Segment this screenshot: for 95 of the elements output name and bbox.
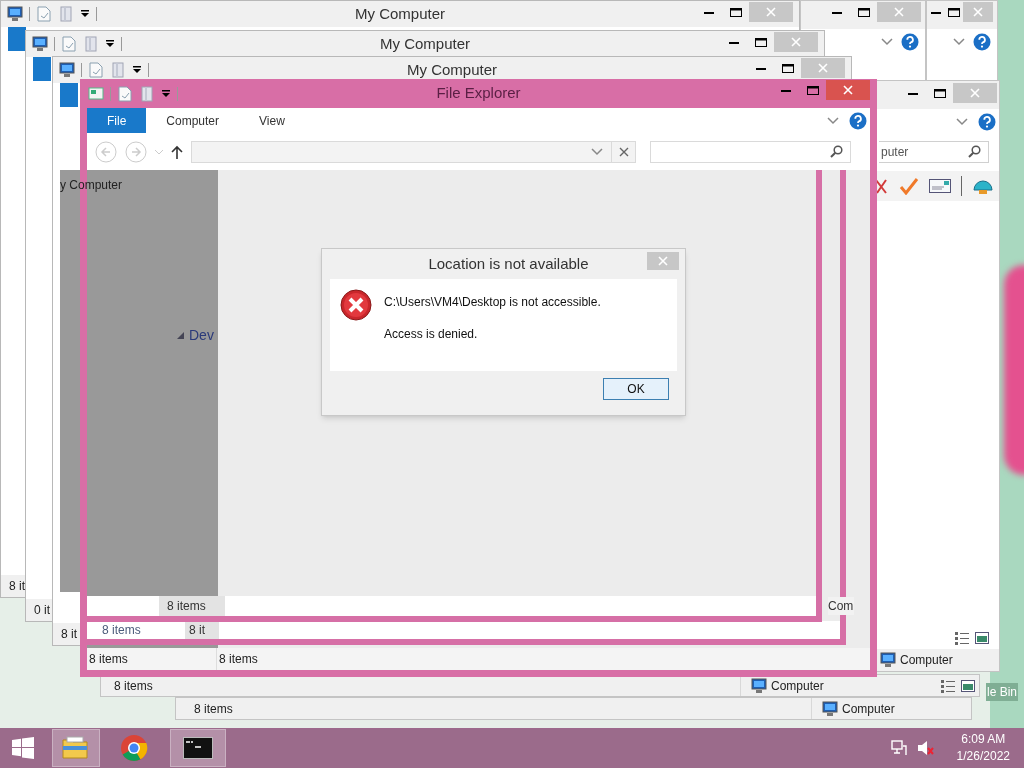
document-icon	[117, 85, 133, 102]
help-icon[interactable]	[849, 111, 867, 130]
status-text: 8 items	[159, 596, 225, 616]
dialog-title: Location is not available	[427, 253, 590, 274]
status-text: 8 items	[194, 700, 233, 718]
details-view-icon[interactable]	[955, 631, 969, 645]
maximize-icon	[781, 63, 794, 73]
computer-icon	[7, 6, 23, 22]
address-field[interactable]	[191, 140, 636, 163]
computer-icon	[751, 677, 767, 694]
computer-icon	[880, 652, 896, 668]
time-text: 6:09 AM	[961, 731, 1006, 748]
window-title: My Computer	[379, 33, 471, 54]
desktop-icon-label: le Bin	[986, 683, 1019, 701]
chevron-icon[interactable]	[956, 118, 968, 126]
book-icon	[139, 85, 155, 102]
error-icon	[340, 289, 372, 321]
location-text: Computer	[900, 652, 953, 669]
search-icon	[968, 145, 982, 159]
document-icon	[61, 36, 77, 52]
help-icon[interactable]	[901, 33, 919, 51]
error-detail: Access is denied.	[384, 326, 479, 343]
document-icon	[88, 62, 104, 78]
status-text: 8 items	[101, 622, 142, 639]
close-icon	[818, 63, 828, 73]
window-icon	[88, 85, 104, 102]
date-text: 1/26/2022	[956, 748, 1010, 765]
book-icon	[83, 36, 99, 52]
document-icon	[36, 6, 52, 22]
maximize-icon	[948, 7, 961, 17]
browser-icon	[120, 734, 150, 762]
maximize-icon	[857, 7, 870, 17]
preview-icon[interactable]	[961, 678, 975, 693]
help-icon[interactable]	[973, 33, 991, 51]
computer-icon	[32, 36, 48, 52]
maximize-icon	[933, 88, 946, 98]
ok-button[interactable]: OK	[603, 378, 669, 400]
preview-icon[interactable]	[975, 631, 989, 645]
details-view-icon[interactable]	[941, 678, 955, 693]
chevron-icon	[591, 147, 603, 156]
maximize-icon	[806, 85, 819, 95]
dropdown-caret-icon[interactable]	[105, 39, 115, 49]
muted-speaker-icon[interactable]	[916, 740, 935, 756]
clock[interactable]: 6:09 AM 1/26/2022	[956, 731, 1024, 765]
chevron-icon[interactable]	[881, 38, 893, 46]
status-text: 8 items	[218, 651, 258, 668]
error-message: C:\Users\VM4\Desktop is not accessible.	[384, 294, 601, 311]
up-arrow-icon[interactable]	[171, 144, 183, 159]
close-icon	[658, 256, 668, 266]
folder-icon	[61, 734, 91, 762]
network-icon[interactable]	[890, 740, 907, 756]
status-text: 0 it	[34, 602, 50, 619]
search-field[interactable]: puter	[879, 141, 989, 163]
envelope-icon[interactable]	[929, 179, 951, 193]
chevron-icon[interactable]	[953, 38, 965, 46]
status-text: 8 it	[61, 626, 77, 643]
window-title: My Computer	[354, 3, 446, 24]
computer-icon	[59, 62, 75, 78]
search-icon	[830, 144, 844, 159]
close-icon	[791, 37, 801, 47]
window-title: My Computer	[406, 59, 498, 80]
book-icon	[110, 62, 126, 78]
expand-arrow-icon[interactable]	[177, 332, 184, 339]
search-field[interactable]	[650, 140, 851, 163]
close-icon	[766, 7, 776, 17]
status-text: 8 items	[114, 677, 153, 695]
computer-icon	[821, 700, 838, 717]
taskbar-button[interactable]	[170, 729, 226, 767]
ribbon-tab[interactable]: View	[239, 108, 305, 133]
location-text: Computer	[771, 677, 824, 695]
maximize-icon	[754, 37, 767, 47]
windows-logo-icon	[12, 737, 34, 759]
dropdown-caret-icon[interactable]	[161, 88, 171, 99]
maximize-icon	[729, 7, 742, 17]
terminal-icon	[183, 734, 213, 762]
clear-icon[interactable]	[618, 146, 629, 157]
help-icon[interactable]	[978, 113, 996, 131]
dropdown-caret-icon[interactable]	[80, 9, 90, 19]
status-text: 8 items	[87, 648, 217, 670]
navigation-item[interactable]: y Computer	[60, 176, 123, 194]
group-heading: Dev	[189, 326, 214, 345]
status-text: 8 it	[9, 578, 25, 595]
dropdown-caret-icon[interactable]	[132, 65, 142, 75]
status-text: Com	[828, 597, 855, 615]
close-icon	[970, 88, 980, 98]
ribbon-tab[interactable]: Computer	[146, 108, 240, 133]
ribbon-tab[interactable]: File	[87, 108, 147, 133]
checkmark-icon[interactable]	[899, 177, 919, 195]
close-icon	[894, 7, 904, 17]
close-icon	[843, 85, 853, 95]
location-text: Computer	[841, 700, 895, 718]
close-icon	[973, 7, 984, 17]
chevron-icon[interactable]	[827, 116, 839, 125]
book-icon	[58, 6, 74, 22]
window-title: File Explorer	[435, 83, 522, 104]
